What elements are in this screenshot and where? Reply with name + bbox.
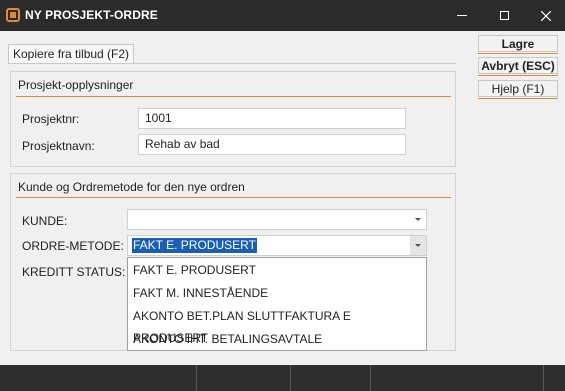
title-bar: NY PROSJEKT-ORDRE — [0, 0, 565, 31]
maximize-button[interactable] — [487, 0, 521, 31]
minimize-icon — [457, 15, 467, 16]
tab-divider — [8, 63, 456, 64]
order-method-label: ORDRE-METODE: — [22, 239, 124, 253]
save-button[interactable]: Lagre — [478, 35, 558, 52]
maximize-icon — [499, 11, 509, 20]
project-info-divider — [16, 96, 451, 97]
dropdown-option[interactable]: FAKT E. PRODUSERT — [133, 259, 256, 281]
minimize-button[interactable] — [445, 0, 479, 31]
help-button[interactable]: Hjelp (F1) — [478, 80, 558, 97]
dropdown-option[interactable]: FAKT M. INNESTÅENDE — [133, 282, 268, 304]
chevron-down-icon[interactable] — [410, 236, 426, 255]
chevron-down-icon[interactable] — [410, 210, 426, 229]
close-button[interactable] — [529, 0, 563, 31]
save-divider — [478, 53, 558, 54]
project-number-field[interactable]: 1001 — [138, 108, 406, 129]
app-logo-icon — [6, 8, 20, 22]
cancel-divider — [478, 75, 558, 76]
help-divider — [478, 98, 558, 99]
project-info-title: Prosjekt-opplysninger — [18, 78, 134, 92]
project-name-label: Prosjektnavn: — [22, 139, 95, 153]
order-method-dropdown: FAKT E. PRODUSERT FAKT M. INNESTÅENDE AK… — [127, 257, 427, 351]
customer-select[interactable] — [127, 209, 427, 230]
customer-label: KUNDE: — [22, 214, 68, 228]
cancel-button[interactable]: Avbryt (ESC) — [478, 57, 558, 74]
dropdown-option[interactable]: AKONTO IHT. BETALINGSAVTALE — [133, 328, 322, 350]
project-name-field[interactable]: Rehab av bad — [138, 134, 406, 155]
order-method-select[interactable]: FAKT E. PRODUSERT — [127, 235, 427, 256]
bar-separator — [543, 365, 544, 391]
dropdown-option[interactable]: AKONTO BET.PLAN SLUTTFAKTURA E PRODUSERT — [133, 305, 426, 345]
project-info-group: Prosjekt-opplysninger Prosjektnr: 1001 P… — [10, 71, 456, 167]
customer-order-divider — [16, 197, 451, 198]
bar-separator — [196, 365, 197, 391]
credit-status-label: KREDITT STATUS: — [22, 265, 126, 279]
background-app-bar — [0, 365, 565, 391]
window-title: NY PROSJEKT-ORDRE — [25, 8, 158, 22]
bar-separator — [290, 365, 291, 391]
close-icon — [541, 10, 551, 21]
bar-separator — [370, 365, 371, 391]
tab-copy-from-offer[interactable]: Kopiere fra tilbud (F2) — [8, 44, 135, 63]
customer-order-title: Kunde og Ordremetode for den nye ordren — [18, 180, 245, 194]
order-method-selected-value: FAKT E. PRODUSERT — [132, 238, 257, 253]
project-number-label: Prosjektnr: — [22, 112, 80, 126]
